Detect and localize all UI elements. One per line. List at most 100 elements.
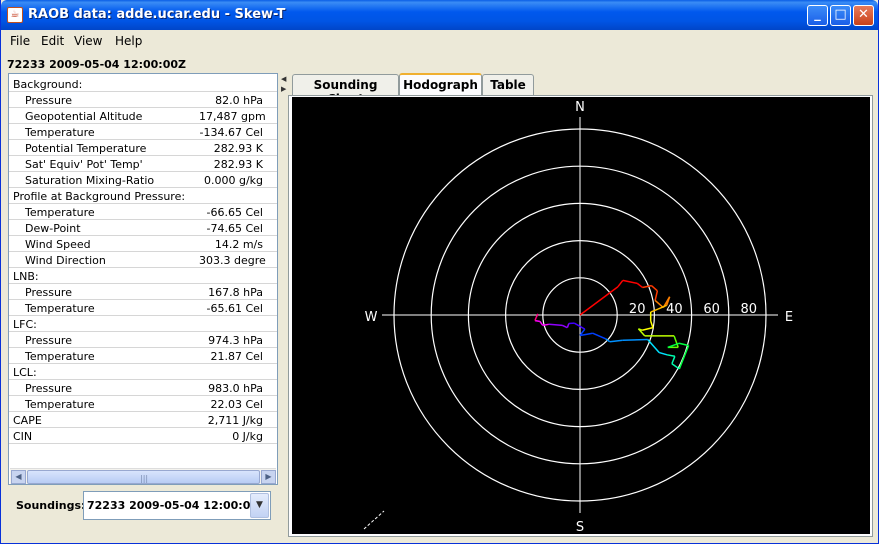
hodograph-trace-segment <box>636 282 643 289</box>
property-row[interactable]: CAPE 2,711 J/kg <box>9 412 277 428</box>
scroll-thumb[interactable]: ||| <box>27 470 260 484</box>
property-label: Profile at Background Pressure: <box>13 190 186 203</box>
property-label: LNB: <box>13 270 39 283</box>
property-row[interactable]: Geopotential Altitude 17,487 gpm <box>9 108 277 124</box>
property-value: -134.67 Cel <box>199 126 263 139</box>
property-label: Wind Speed <box>25 238 91 251</box>
hodograph-trace-segment <box>649 320 654 328</box>
property-row[interactable]: Profile at Background Pressure: <box>9 188 277 204</box>
properties-panel: Background: Pressure 82.0 hPa Geopotential … <box>8 73 278 485</box>
property-value: 14.2 m/s <box>214 238 263 251</box>
close-button[interactable]: ✕ <box>853 5 874 26</box>
property-label: Pressure <box>25 382 72 395</box>
menu-view[interactable]: View <box>74 34 102 48</box>
menu-file[interactable]: File <box>10 34 30 48</box>
soundings-select[interactable]: 72233 2009-05-04 12:00:00Z ▼ <box>83 491 271 520</box>
property-value: 282.93 K <box>213 142 263 155</box>
property-label: Sat' Equiv' Pot' Temp' <box>25 158 143 171</box>
property-row[interactable]: Dew-Point -74.65 Cel <box>9 220 277 236</box>
property-row[interactable]: Pressure 167.8 hPa <box>9 284 277 300</box>
hodograph-chart[interactable]: N S E W 20 40 60 80 <box>292 97 870 534</box>
property-row[interactable]: Temperature -134.67 Cel <box>9 124 277 140</box>
property-label: Temperature <box>25 302 95 315</box>
horizontal-scrollbar[interactable]: ◀ ||| ▶ <box>10 468 276 484</box>
scroll-left-icon[interactable]: ◀ <box>11 470 26 484</box>
java-cup-icon: ☕ <box>7 7 23 23</box>
minimize-button[interactable]: _ <box>807 5 828 26</box>
property-row[interactable]: Saturation Mixing-Ratio 0.000 g/kg <box>9 172 277 188</box>
ring-label: 20 <box>629 302 646 317</box>
hodograph-trace-segment <box>642 284 652 289</box>
property-value: 303.3 degre <box>199 254 266 267</box>
property-label: CAPE <box>13 414 42 427</box>
scroll-right-icon[interactable]: ▶ <box>261 470 276 484</box>
hodograph-trace-segment <box>650 285 658 292</box>
hodograph-trace-segment <box>539 320 544 326</box>
property-label: Saturation Mixing-Ratio <box>25 174 155 187</box>
property-row[interactable]: LNB: <box>9 268 277 284</box>
hodograph-trace-segment <box>671 363 680 370</box>
property-row[interactable]: Potential Temperature 282.93 K <box>9 140 277 156</box>
hodograph-trace-segment <box>592 332 606 340</box>
property-value: 282.93 K <box>213 158 263 171</box>
property-label: Dew-Point <box>25 222 81 235</box>
wind-arrow-icon <box>363 510 385 530</box>
hodograph-trace-segment <box>671 356 676 365</box>
property-row[interactable]: Wind Direction 303.3 degre <box>9 252 277 268</box>
property-row[interactable]: Temperature -66.65 Cel <box>9 204 277 220</box>
property-row[interactable]: Pressure 983.0 hPa <box>9 380 277 396</box>
split-pane-divider[interactable]: ◀ ▶ <box>280 73 288 537</box>
property-label: Pressure <box>25 286 72 299</box>
property-value: -66.65 Cel <box>206 206 263 219</box>
hodograph-trace-start <box>579 286 619 316</box>
maximize-button[interactable]: □ <box>830 5 851 26</box>
tab-sounding-chart[interactable]: Sounding Chart <box>292 74 399 106</box>
property-row[interactable]: Temperature 22.03 Cel <box>9 396 277 412</box>
title-bar[interactable]: ☕ RAOB data: adde.ucar.edu - Skew-T _ □ … <box>1 0 878 30</box>
property-label: Pressure <box>25 334 72 347</box>
property-row[interactable]: Background: <box>9 76 277 92</box>
chevron-down-icon[interactable]: ▼ <box>250 493 269 518</box>
hodograph-trace-segment <box>666 354 676 358</box>
tab-hodograph[interactable]: Hodograph <box>399 73 482 96</box>
property-row[interactable]: Sat' Equiv' Pot' Temp' 282.93 K <box>9 156 277 172</box>
property-row[interactable]: LFC: <box>9 316 277 332</box>
property-row[interactable]: Temperature -65.61 Cel <box>9 300 277 316</box>
window-title: RAOB data: adde.ucar.edu - Skew-T <box>28 7 286 22</box>
hodograph-trace-segment <box>641 326 654 331</box>
menu-help[interactable]: Help <box>115 34 142 48</box>
property-label: LFC: <box>13 318 37 331</box>
property-row[interactable]: CIN 0 J/kg <box>9 428 277 444</box>
hodograph-trace-segment <box>659 351 668 356</box>
property-row[interactable]: LCL: <box>9 364 277 380</box>
properties-table: Background: Pressure 82.0 hPa Geopotential … <box>9 76 277 444</box>
property-value: 17,487 gpm <box>199 110 266 123</box>
compass-west: W <box>365 310 378 325</box>
collapse-left-icon[interactable]: ◀ <box>281 75 286 83</box>
property-value: 0.000 g/kg <box>203 174 263 187</box>
property-label: Temperature <box>25 350 95 363</box>
property-label: Background: <box>13 78 83 91</box>
hodograph-trace-segment <box>678 345 690 370</box>
tab-table[interactable]: Table <box>482 74 534 95</box>
property-value: 983.0 hPa <box>208 382 263 395</box>
property-row[interactable]: Pressure 82.0 hPa <box>9 92 277 108</box>
property-value: 22.03 Cel <box>210 398 264 411</box>
property-row[interactable]: Pressure 974.3 hPa <box>9 332 277 348</box>
ring-label: 60 <box>703 302 720 317</box>
property-label: LCL: <box>13 366 37 379</box>
hodograph-svg: N S E W 20 40 60 80 <box>363 100 793 534</box>
property-label: Wind Direction <box>25 254 106 267</box>
property-row[interactable]: Wind Speed 14.2 m/s <box>9 236 277 252</box>
expand-right-icon[interactable]: ▶ <box>281 85 286 93</box>
property-value: 0 J/kg <box>232 430 263 443</box>
property-label: Temperature <box>25 206 95 219</box>
property-row[interactable]: Temperature 21.87 Cel <box>9 348 277 364</box>
property-label: Geopotential Altitude <box>25 110 143 123</box>
property-label: Pressure <box>25 94 72 107</box>
compass-south: S <box>576 520 584 534</box>
hodograph-trace-segment <box>654 290 659 301</box>
hodograph-trace-segment <box>622 338 648 342</box>
property-value: 974.3 hPa <box>208 334 263 347</box>
menu-edit[interactable]: Edit <box>41 34 64 48</box>
